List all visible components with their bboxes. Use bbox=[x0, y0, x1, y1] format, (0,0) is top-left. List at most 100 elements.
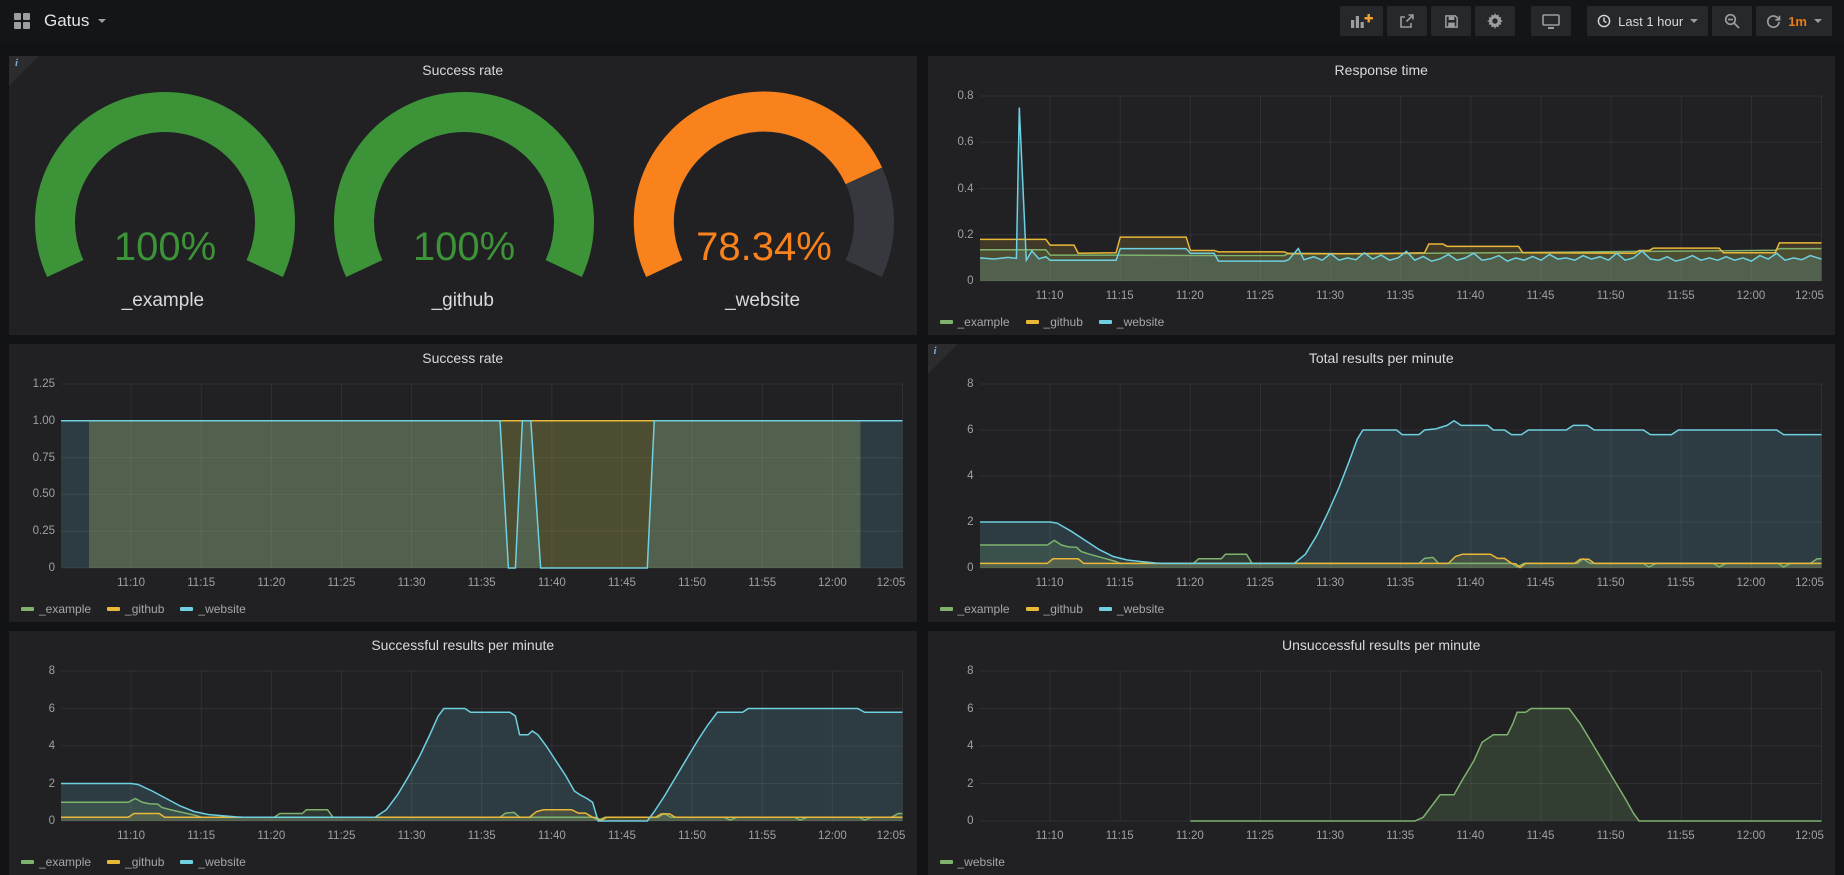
legend-item-_example[interactable]: _example bbox=[21, 602, 91, 616]
x-axis-tick-label: 11:20 bbox=[1176, 290, 1204, 302]
legend-swatch bbox=[21, 860, 34, 864]
legend-item-_example[interactable]: _example bbox=[940, 315, 1010, 329]
panel-title[interactable]: Total results per minute bbox=[928, 344, 1836, 372]
x-axis-tick-label: 11:10 bbox=[1036, 830, 1064, 842]
y-axis-tick-label: 1.00 bbox=[13, 415, 55, 427]
x-axis-tick-label: 11:15 bbox=[187, 577, 215, 589]
x-axis-tick-label: 12:05 bbox=[877, 830, 906, 842]
chart-plot-successful-results[interactable]: 0246811:1011:1511:2011:2511:3011:3511:40… bbox=[61, 671, 903, 821]
refresh-button[interactable]: 1m bbox=[1756, 6, 1832, 36]
dashboard-title-dropdown[interactable]: Gatus bbox=[44, 11, 106, 31]
legend-item-_github[interactable]: _github bbox=[107, 855, 164, 869]
x-axis-tick-label: 11:45 bbox=[1527, 577, 1555, 589]
legend-item-_example[interactable]: _example bbox=[21, 855, 91, 869]
save-button[interactable] bbox=[1431, 6, 1471, 36]
x-axis-tick-label: 11:25 bbox=[328, 830, 356, 842]
y-axis-tick-label: 2 bbox=[932, 778, 974, 790]
legend-item-_github[interactable]: _github bbox=[1026, 602, 1083, 616]
chart-plot-unsuccessful-results[interactable]: 0246811:1011:1511:2011:2511:3011:3511:40… bbox=[980, 671, 1822, 821]
chart-plot-response-time[interactable]: 00.20.40.60.811:1011:1511:2011:2511:3011… bbox=[980, 96, 1822, 281]
x-axis-tick-label: 11:50 bbox=[678, 577, 706, 589]
chart-legend: _example _github _website bbox=[940, 602, 1165, 616]
legend-swatch bbox=[107, 860, 120, 864]
chart-canvas bbox=[980, 96, 1822, 281]
x-axis-tick-label: 11:40 bbox=[538, 830, 566, 842]
panel-response-time: Response time 00.20.40.60.811:1011:1511:… bbox=[928, 56, 1836, 335]
panel-info-icon[interactable]: i bbox=[928, 344, 958, 374]
x-axis-tick-label: 11:35 bbox=[468, 830, 496, 842]
legend-item-_website[interactable]: _website bbox=[1099, 602, 1164, 616]
legend-label: _github bbox=[1044, 602, 1083, 616]
panel-total-results: i Total results per minute 0246811:1011:… bbox=[928, 344, 1836, 622]
dashboards-grid-icon[interactable] bbox=[12, 11, 32, 31]
refresh-interval-label: 1m bbox=[1788, 14, 1807, 29]
time-range-picker[interactable]: Last 1 hour bbox=[1587, 6, 1708, 36]
x-axis-tick-label: 11:25 bbox=[1246, 830, 1274, 842]
share-button[interactable] bbox=[1387, 6, 1427, 36]
chart-plot-success-rate[interactable]: 00.250.500.751.001.2511:1011:1511:2011:2… bbox=[61, 384, 903, 568]
chevron-down-icon bbox=[1690, 19, 1698, 23]
y-axis-tick-label: 4 bbox=[932, 740, 974, 752]
x-axis-tick-label: 11:30 bbox=[398, 830, 426, 842]
legend-label: _website bbox=[1117, 602, 1164, 616]
x-axis-tick-label: 11:50 bbox=[1597, 290, 1625, 302]
x-axis-tick-label: 11:45 bbox=[608, 577, 636, 589]
x-axis-tick-label: 11:45 bbox=[608, 830, 636, 842]
x-axis-tick-label: 11:35 bbox=[1386, 577, 1414, 589]
x-axis-tick-label: 11:15 bbox=[1106, 290, 1134, 302]
legend-item-_website[interactable]: _website bbox=[180, 602, 245, 616]
panel-title[interactable]: Success rate bbox=[9, 344, 917, 372]
panel-title[interactable]: Successful results per minute bbox=[9, 631, 917, 659]
legend-item-_website[interactable]: _website bbox=[940, 855, 1005, 869]
panel-title[interactable]: Unsuccessful results per minute bbox=[928, 631, 1836, 659]
chart-canvas bbox=[980, 384, 1822, 568]
legend-label: _website bbox=[198, 602, 245, 616]
legend-swatch bbox=[180, 860, 193, 864]
legend-label: _example bbox=[39, 602, 91, 616]
x-axis-tick-label: 11:55 bbox=[1667, 290, 1695, 302]
gauge-_example: 100%_example bbox=[15, 88, 312, 312]
x-axis-tick-label: 12:05 bbox=[877, 577, 906, 589]
legend-swatch bbox=[940, 607, 953, 611]
chart-plot-total-results[interactable]: 0246811:1011:1511:2011:2511:3011:3511:40… bbox=[980, 384, 1822, 568]
x-axis-tick-label: 11:10 bbox=[117, 830, 145, 842]
gauge-arc: 78.34% bbox=[614, 88, 914, 288]
legend-item-_github[interactable]: _github bbox=[107, 602, 164, 616]
gauge-label: _website bbox=[614, 290, 911, 312]
legend-item-_example[interactable]: _example bbox=[940, 602, 1010, 616]
legend-label: _example bbox=[958, 602, 1010, 616]
y-axis-tick-label: 8 bbox=[932, 665, 974, 677]
x-axis-tick-label: 11:10 bbox=[1036, 577, 1064, 589]
chart-canvas bbox=[980, 671, 1822, 821]
x-axis-tick-label: 11:25 bbox=[1246, 290, 1274, 302]
x-axis-tick-label: 11:40 bbox=[538, 577, 566, 589]
x-axis-tick-label: 12:05 bbox=[1795, 577, 1824, 589]
legend-label: _github bbox=[125, 602, 164, 616]
panel-title[interactable]: Success rate bbox=[9, 56, 917, 84]
panel-title[interactable]: Response time bbox=[928, 56, 1836, 84]
panel-info-icon[interactable]: i bbox=[9, 56, 39, 86]
info-icon: i bbox=[15, 57, 18, 69]
x-axis-tick-label: 11:40 bbox=[1456, 577, 1484, 589]
save-icon bbox=[1444, 14, 1459, 29]
legend-swatch bbox=[1099, 607, 1112, 611]
legend-label: _example bbox=[958, 315, 1010, 329]
x-axis-tick-label: 11:15 bbox=[1106, 577, 1134, 589]
y-axis-tick-label: 0 bbox=[932, 275, 974, 287]
zoom-out-button[interactable] bbox=[1712, 6, 1752, 36]
legend-swatch bbox=[21, 607, 34, 611]
legend-label: _example bbox=[39, 855, 91, 869]
y-axis-tick-label: 2 bbox=[932, 516, 974, 528]
legend-item-_website[interactable]: _website bbox=[1099, 315, 1164, 329]
legend-item-_website[interactable]: _website bbox=[180, 855, 245, 869]
legend-item-_github[interactable]: _github bbox=[1026, 315, 1083, 329]
dashboard-title: Gatus bbox=[44, 11, 89, 31]
settings-button[interactable] bbox=[1475, 6, 1515, 36]
gear-icon bbox=[1487, 13, 1503, 29]
y-axis-tick-label: 0.6 bbox=[932, 136, 974, 148]
add-panel-button[interactable] bbox=[1340, 6, 1383, 36]
x-axis-tick-label: 11:50 bbox=[1597, 830, 1625, 842]
legend-swatch bbox=[1026, 320, 1039, 324]
cycle-view-mode-button[interactable] bbox=[1531, 6, 1571, 36]
panel-successful-results: Successful results per minute 0246811:10… bbox=[9, 631, 917, 875]
